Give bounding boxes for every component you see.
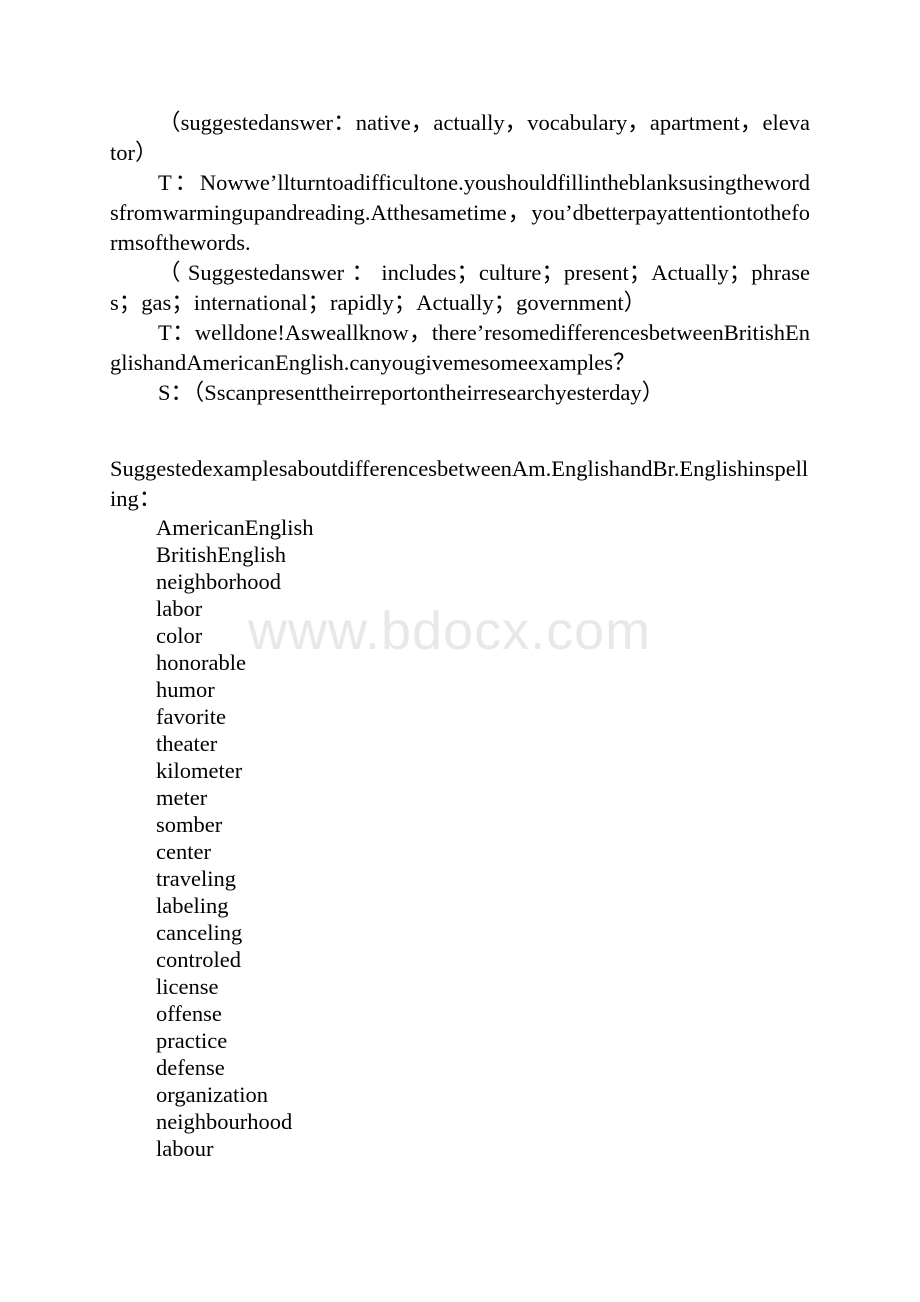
- list-item: license: [156, 974, 219, 999]
- list-item: neighborhood: [156, 569, 281, 594]
- list-item: defense: [156, 1055, 225, 1080]
- list-item: kilometer: [156, 758, 243, 783]
- paragraph-teacher-turn-2: T：welldone!Asweallknow，there’resomediffe…: [110, 320, 810, 375]
- list-item: controled: [156, 947, 241, 972]
- spelling-differences-list: AmericanEnglish BritishEnglish neighborh…: [110, 514, 810, 1162]
- list-item: humor: [156, 677, 215, 702]
- list-item: somber: [156, 812, 223, 837]
- paragraph-suggested-examples-heading: Suggestedexamplesaboutdifferencesbetween…: [110, 456, 809, 511]
- list-item: traveling: [156, 866, 236, 891]
- list-item: neighbourhood: [156, 1109, 293, 1134]
- list-item: favorite: [156, 704, 226, 729]
- list-item: labor: [156, 596, 203, 621]
- list-item: organization: [156, 1082, 269, 1107]
- list-item: color: [156, 623, 203, 648]
- paragraph-suggested-answer-1: （suggestedanswer：native，actually，vocabul…: [110, 110, 810, 165]
- list-item: theater: [156, 731, 218, 756]
- paragraph-teacher-turn-1: T：Nowwe’llturntoadifficultone.youshouldf…: [110, 170, 810, 255]
- list-item: meter: [156, 785, 208, 810]
- paragraph-suggested-answer-2: （Suggestedanswer：includes；culture；presen…: [110, 260, 810, 315]
- document-body: （suggestedanswer：native，actually，vocabul…: [110, 108, 810, 1162]
- list-item: honorable: [156, 650, 246, 675]
- list-item: canceling: [156, 920, 243, 945]
- document-page: www.bdocx.com （suggestedanswer：native，ac…: [0, 0, 920, 1302]
- list-item: AmericanEnglish: [156, 515, 314, 540]
- list-item: practice: [156, 1028, 228, 1053]
- list-item: BritishEnglish: [156, 542, 287, 567]
- paragraph-student-turn-1: S：（Sscanpresenttheirreportontheirresearc…: [158, 380, 665, 405]
- list-item: labeling: [156, 893, 229, 918]
- list-item: labour: [156, 1136, 214, 1161]
- list-item: offense: [156, 1001, 222, 1026]
- list-item: center: [156, 839, 211, 864]
